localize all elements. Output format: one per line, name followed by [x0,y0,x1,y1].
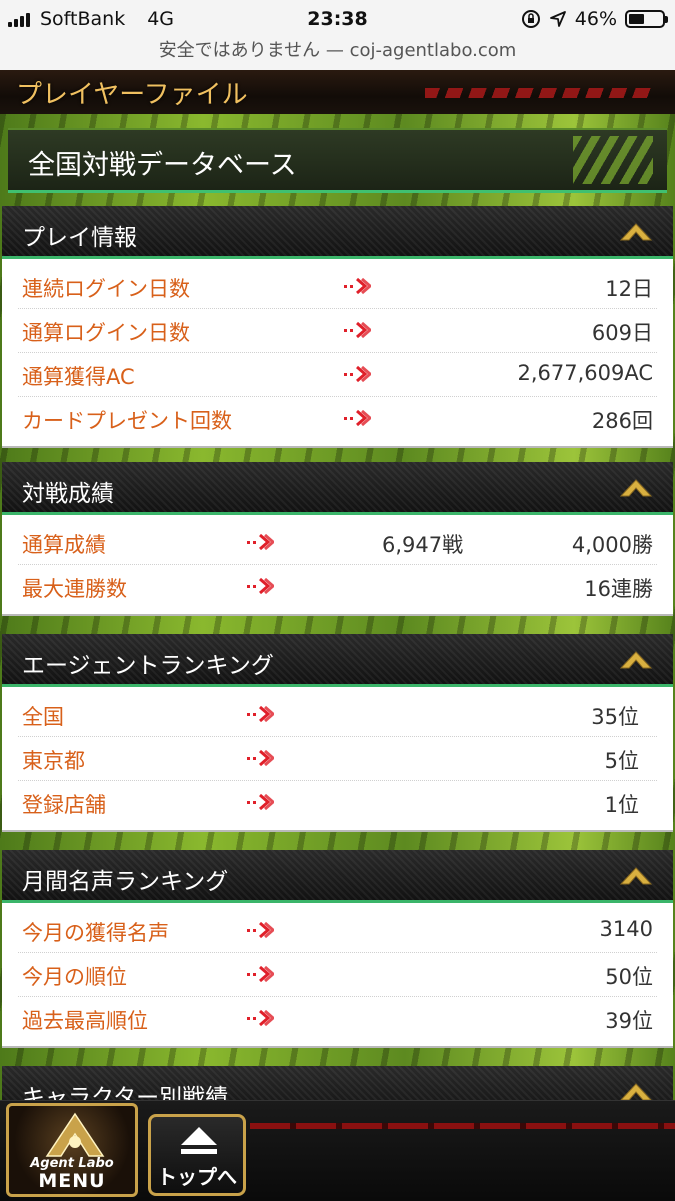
row-label: 登録店舗 [22,793,106,817]
table-row: 全国 35位 [18,693,657,737]
double-arrow-icon [247,705,274,723]
double-arrow-icon [344,365,371,383]
agent-labo-logo-icon [45,1112,105,1157]
database-title: 全国対戦データベース [28,150,297,181]
row-label: 今月の順位 [22,965,127,989]
section-title: 対戦成績 [22,481,114,507]
table-row: 登録店舗 1位 [18,781,657,824]
row-label: カードプレゼント回数 [22,409,232,433]
row-value: 286回 [591,409,653,433]
double-arrow-icon [344,409,371,427]
row-value: 50位 [605,965,653,989]
location-icon [549,11,566,27]
double-arrow-icon [247,921,274,939]
status-right: 46% [521,6,668,32]
row-label: 今月の獲得名声 [22,921,169,945]
section-play-info: プレイ情報 連続ログイン日数 12日 通算ログイン日数 609日 通算獲得AC … [2,206,673,448]
table-row: 過去最高順位 39位 [18,997,657,1040]
back-to-top-label: トップへ [157,1165,237,1189]
chevron-up-icon[interactable] [619,220,653,242]
table-row: 今月の順位 50位 [18,953,657,997]
section-title: プレイ情報 [22,225,137,251]
table-row: 通算獲得AC 2,677,609AC [18,353,657,397]
section-battle-record: 対戦成績 通算成績 6,947戦 4,000勝 最大連勝数 16連勝 [2,462,673,616]
double-arrow-icon [247,793,274,811]
section-body: 通算成績 6,947戦 4,000勝 最大連勝数 16連勝 [2,515,673,616]
menu-brand-text: Agent Labo [30,1156,114,1171]
row-value: 609日 [591,321,653,345]
page-title: プレイヤーファイル [16,80,248,110]
back-to-top-button[interactable]: トップへ [148,1114,246,1196]
table-row: カードプレゼント回数 286回 [18,397,657,440]
row-label: 連続ログイン日数 [22,277,190,301]
database-title-banner: 全国対戦データベース [8,128,667,193]
row-value: 16連勝 [584,577,653,601]
row-label: 全国 [22,705,64,729]
double-arrow-icon [344,277,371,295]
section-header[interactable]: プレイ情報 [2,206,673,259]
row-label: 最大連勝数 [22,577,127,601]
row-label: 東京都 [22,749,85,773]
row-value: 39位 [605,1009,653,1033]
section-header[interactable]: 月間名声ランキング [2,850,673,903]
status-bar: SoftBank 4G 23:38 46% 安全ではありません — coj-ag… [0,0,675,70]
double-arrow-icon [247,577,274,595]
agent-labo-menu-button[interactable]: Agent Labo MENU [6,1103,138,1197]
section-fame-ranking: 月間名声ランキング 今月の獲得名声 3140 今月の順位 50位 過去最高順位 … [2,850,673,1048]
row-label: 通算ログイン日数 [22,321,190,345]
row-value: 5位 [604,749,639,773]
section-body: 今月の獲得名声 3140 今月の順位 50位 過去最高順位 39位 [2,903,673,1048]
table-row: 連続ログイン日数 12日 [18,265,657,309]
row-value: 1位 [604,793,639,817]
section-header[interactable]: エージェントランキング [2,634,673,687]
table-row: 今月の獲得名声 3140 [18,909,657,953]
battery-icon [625,10,668,28]
double-arrow-icon [247,533,274,551]
section-title: 月間名声ランキング [22,869,229,895]
row-value: 2,677,609AC [517,361,653,385]
top-bar-icon [181,1149,217,1154]
footer-decoration [250,1123,675,1129]
double-arrow-icon [247,1009,274,1027]
chevron-up-icon[interactable] [619,648,653,670]
banner-decoration [573,136,653,184]
section-title: エージェントランキング [22,653,274,679]
row-value: 12日 [605,277,653,301]
row-value: 35位 [591,705,639,729]
row-label: 通算成績 [22,533,106,557]
table-row: 通算ログイン日数 609日 [18,309,657,353]
header-decoration [425,88,655,98]
chevron-up-icon[interactable] [619,476,653,498]
table-row: 通算成績 6,947戦 4,000勝 [18,521,657,565]
section-header[interactable]: 対戦成績 [2,462,673,515]
table-row: 最大連勝数 16連勝 [18,565,657,608]
battery-percent: 46% [574,8,617,30]
row-value-battles: 6,947戦 [382,533,464,557]
chevron-up-icon[interactable] [619,864,653,886]
section-agent-ranking: エージェントランキング 全国 35位 東京都 5位 登録店舗 1位 [2,634,673,832]
section-body: 連続ログイン日数 12日 通算ログイン日数 609日 通算獲得AC 2,677,… [2,259,673,448]
page-header: プレイヤーファイル [0,70,675,116]
triangle-up-icon [181,1127,217,1145]
rotation-lock-icon [521,10,540,28]
chevron-up-icon[interactable] [619,1080,653,1102]
row-value: 3140 [599,917,653,941]
row-label: 通算獲得AC [22,365,135,389]
url-bar[interactable]: 安全ではありません — coj-agentlabo.com [0,36,675,62]
menu-label: MENU [38,1170,106,1192]
double-arrow-icon [344,321,371,339]
double-arrow-icon [247,749,274,767]
double-arrow-icon [247,965,274,983]
row-label: 過去最高順位 [22,1009,148,1033]
row-value-wins: 4,000勝 [571,533,653,557]
table-row: 東京都 5位 [18,737,657,781]
section-body: 全国 35位 東京都 5位 登録店舗 1位 [2,687,673,832]
